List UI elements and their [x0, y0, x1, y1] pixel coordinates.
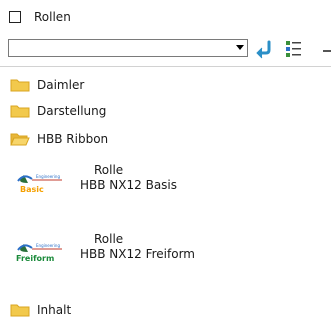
svg-text:Engineering: Engineering [36, 174, 60, 179]
apply-arrow-icon[interactable] [254, 39, 274, 59]
folder-icon [10, 304, 30, 317]
role-name: HBB NX12 Basis [80, 178, 178, 192]
folder-open-icon [10, 133, 30, 146]
overflow-icon[interactable] [323, 50, 331, 52]
role-item-freiform[interactable]: Engineering Freiform Rolle HBB NX12 Frei… [14, 232, 244, 274]
folder-hbb-ribbon[interactable]: HBB Ribbon [10, 130, 108, 148]
folder-label: HBB Ribbon [37, 132, 109, 146]
folder-icon [10, 79, 30, 92]
folder-label: Daimler [37, 78, 85, 92]
folder-inhalt[interactable]: Inhalt [10, 301, 71, 319]
folder-label: Darstellung [37, 104, 107, 118]
details-list-icon[interactable] [284, 39, 304, 59]
roles-checkbox[interactable] [9, 11, 21, 23]
role-item-basis[interactable]: Engineering Basic Rolle HBB NX12 Basis [14, 163, 244, 205]
role-logo-text: Freiform [16, 254, 55, 263]
role-type: Rolle [94, 163, 124, 177]
folder-icon [10, 105, 30, 118]
folder-daimler[interactable]: Daimler [10, 76, 84, 94]
folder-darstellung[interactable]: Darstellung [10, 102, 106, 120]
role-logo-text: Basic [20, 185, 44, 194]
folder-label: Inhalt [37, 303, 72, 317]
svg-text:Engineering: Engineering [36, 243, 60, 248]
role-name: HBB NX12 Freiform [80, 247, 195, 261]
role-filter-combobox[interactable] [8, 39, 248, 57]
roles-title: Rollen [34, 10, 71, 24]
chevron-down-icon[interactable] [236, 45, 244, 50]
role-type: Rolle [94, 232, 124, 246]
roles-header: Rollen [9, 8, 71, 26]
separator [0, 66, 331, 67]
roles-toolbar [8, 38, 331, 60]
